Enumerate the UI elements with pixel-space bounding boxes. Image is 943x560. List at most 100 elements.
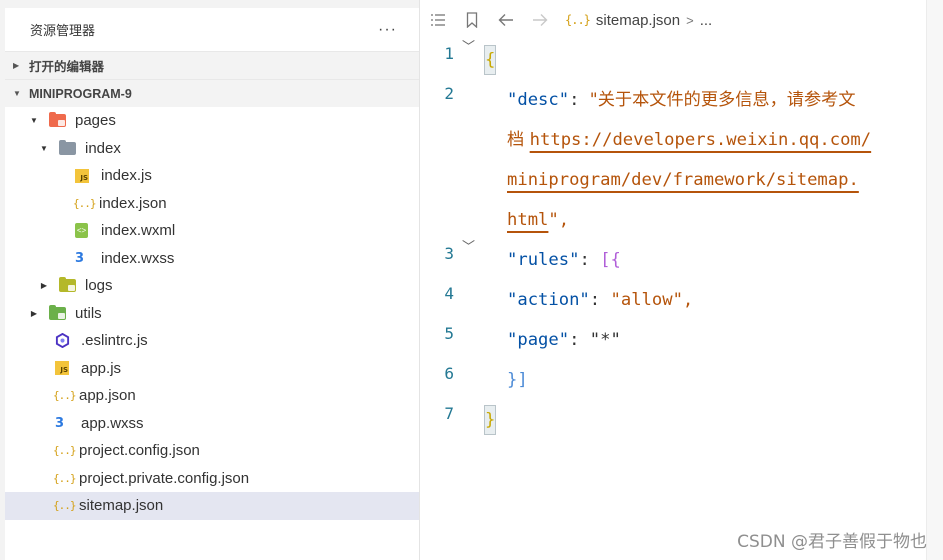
project-section[interactable]: ▼ MINIPROGRAM-9 — [5, 79, 419, 107]
explorer-content: 资源管理器 ··· ▶ 打开的编辑器 ▼ MINIPROGRAM-9 ▼ pag… — [5, 8, 419, 560]
colon: : — [579, 250, 601, 270]
tree-item-project-config[interactable]: {..} project.config.json — [5, 437, 419, 465]
utils-folder-icon — [49, 304, 71, 322]
tree-item-label: project.private.config.json — [79, 469, 250, 487]
line-number: 7 — [444, 404, 454, 423]
line-number: 5 — [444, 324, 454, 343]
line-number: 2 — [444, 84, 454, 103]
tree-item-label: app.wxss — [81, 414, 144, 432]
explorer-title: 资源管理器 — [30, 23, 96, 38]
open-editors-section[interactable]: ▶ 打开的编辑器 — [5, 51, 419, 79]
more-actions-button[interactable]: ··· — [378, 21, 397, 38]
json-string-end: ", — [548, 210, 570, 230]
tree-item-logs[interactable]: ▶ logs — [5, 272, 419, 300]
js-file-icon: JS — [55, 359, 77, 377]
tree-item-index-wxml[interactable]: <> index.wxml — [5, 217, 419, 245]
colon: : — [569, 330, 590, 350]
tree-item-app-wxss[interactable]: 3 app.wxss — [5, 410, 419, 438]
forward-arrow-icon[interactable] — [523, 0, 557, 40]
tree-item-label: pages — [75, 112, 116, 130]
open-brace: { — [483, 45, 497, 75]
code-line-1: { — [483, 40, 497, 80]
explorer-panel: 资源管理器 ··· ▶ 打开的编辑器 ▼ MINIPROGRAM-9 ▼ pag… — [0, 0, 420, 560]
line-number: 3 — [444, 244, 454, 263]
code-line-5: "page": "*" — [507, 320, 621, 360]
json-string: "allow", — [610, 290, 694, 310]
eslint-icon — [55, 332, 77, 350]
tree-item-label: index — [85, 139, 121, 157]
explorer-header: 资源管理器 ··· — [5, 8, 419, 51]
open-editors-label: 打开的编辑器 — [29, 60, 105, 74]
colon: : — [569, 90, 590, 110]
tree-item-utils[interactable]: ▶ utils — [5, 300, 419, 328]
tree-item-pages[interactable]: ▼ pages — [5, 107, 419, 135]
open-bracket: [{ — [600, 250, 621, 270]
tree-item-app-js[interactable]: JS app.js — [5, 355, 419, 383]
tree-item-label: index.js — [101, 167, 152, 185]
json-string: "关于本文件的更多信息，请参考文 — [589, 90, 856, 110]
chevron-right-icon: ▶ — [40, 281, 48, 291]
breadcrumb-more[interactable]: ... — [700, 12, 713, 29]
json-string: "*" — [589, 330, 621, 350]
tree-item-app-json[interactable]: {..} app.json — [5, 382, 419, 410]
chevron-right-icon: ▶ — [13, 61, 20, 70]
tree-item-label: logs — [85, 277, 113, 295]
json-key: "desc" — [507, 90, 570, 110]
folder-icon — [59, 139, 81, 157]
close-bracket: }] — [507, 370, 528, 390]
json-file-icon: {..} — [53, 471, 76, 485]
tree-item-index-wxss[interactable]: 3 index.wxss — [5, 245, 419, 273]
json-file-icon: {..} — [73, 196, 96, 210]
tree-item-label: project.config.json — [79, 442, 200, 460]
json-key: "action" — [507, 290, 590, 310]
breadcrumb-file[interactable]: sitemap.json — [596, 12, 680, 29]
tree-item-index-js[interactable]: JS index.js — [5, 162, 419, 190]
chevron-right-icon: > — [686, 12, 694, 28]
tree-item-label: index.wxss — [101, 249, 175, 267]
tree-item-label: .eslintrc.js — [81, 332, 148, 350]
chevron-right-icon: ▶ — [30, 308, 38, 318]
tree-item-label: index.wxml — [101, 222, 176, 240]
pages-folder-icon — [49, 112, 71, 130]
json-string: 档 — [507, 130, 530, 150]
json-file-icon: {..} — [53, 499, 76, 513]
file-tree: ▼ pages ▼ index JS index.js {..} index.j… — [5, 107, 419, 520]
tree-item-label: sitemap.json — [79, 497, 164, 515]
tree-item-sitemap-json[interactable]: {..} sitemap.json — [5, 492, 419, 520]
code-line-3: "rules": [{ — [507, 240, 621, 280]
tree-item-eslintrc[interactable]: .eslintrc.js — [5, 327, 419, 355]
chevron-down-icon: ▼ — [30, 116, 38, 126]
code-line-2-wrap-2: miniprogram/dev/framework/sitemap. — [507, 160, 859, 200]
wxml-file-icon: <> — [75, 222, 97, 240]
colon: : — [589, 290, 611, 310]
tree-item-project-private-config[interactable]: {..} project.private.config.json — [5, 465, 419, 493]
close-brace: } — [483, 405, 497, 435]
json-key: "rules" — [507, 250, 580, 270]
code-line-2: "desc": "关于本文件的更多信息，请参考文 — [507, 80, 856, 120]
url-link[interactable]: html — [507, 210, 548, 230]
folder-icon — [59, 277, 81, 295]
url-link[interactable]: https://developers.weixin.qq.com/ — [530, 130, 871, 150]
line-number: 4 — [444, 284, 454, 303]
code-line-6: }] — [507, 360, 528, 400]
url-link[interactable]: miniprogram/dev/framework/sitemap. — [507, 170, 859, 190]
editor-toolbar: {..} sitemap.json > ... — [421, 0, 926, 40]
fold-chevron-icon[interactable]: ﹀ — [462, 36, 475, 55]
tree-item-index-json[interactable]: {..} index.json — [5, 190, 419, 218]
line-number: 1 — [444, 44, 454, 63]
vertical-scrollbar[interactable] — [926, 0, 943, 560]
code-line-2-wrap-1: 档 https://developers.weixin.qq.com/ — [507, 120, 871, 160]
back-arrow-icon[interactable] — [489, 0, 523, 40]
css-file-icon: 3 — [75, 250, 85, 266]
tree-item-label: index.json — [99, 194, 167, 212]
tree-item-index-folder[interactable]: ▼ index — [5, 135, 419, 163]
fold-chevron-icon[interactable]: ﹀ — [462, 236, 475, 255]
bookmark-icon[interactable] — [455, 0, 489, 40]
editor-panel: {..} sitemap.json > ... 1 ﹀ 2 3 ﹀ 4 5 6 … — [421, 0, 943, 560]
project-label: MINIPROGRAM-9 — [29, 86, 132, 101]
json-file-icon: {..} — [53, 444, 76, 458]
outline-list-icon[interactable] — [421, 0, 455, 40]
json-file-icon: {..} — [565, 13, 591, 27]
json-key: "page" — [507, 330, 570, 350]
json-file-icon: {..} — [53, 389, 76, 403]
